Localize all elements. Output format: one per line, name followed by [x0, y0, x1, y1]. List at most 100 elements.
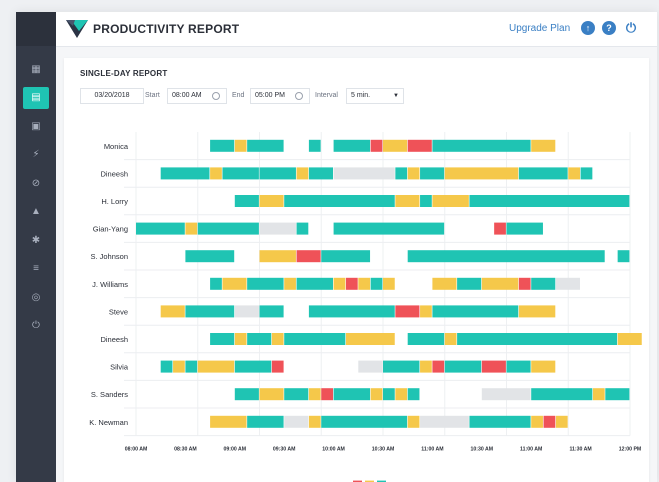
x-tick-label: 09:30 AM — [273, 447, 296, 453]
activity-segment — [321, 388, 333, 401]
activity-segment — [259, 250, 296, 263]
activity-segment — [234, 333, 247, 345]
power-icon[interactable]: ⏻ — [23, 315, 49, 337]
activity-segment — [407, 388, 420, 401]
activity-segment — [234, 195, 259, 207]
activity-segment — [358, 360, 383, 373]
activity-segment — [308, 388, 321, 401]
row-label: S. Johnson — [90, 252, 128, 261]
logo-icon — [66, 20, 88, 38]
activity-segment — [185, 250, 235, 263]
activity-segment — [617, 250, 630, 263]
activity-segment — [308, 415, 321, 428]
bell-icon[interactable]: ▲ — [23, 201, 49, 223]
sidebar: ▦ ▤ ▣ ⚡ ⊘ ▲ ✱ ≡ ◎ ⏻ — [16, 12, 56, 482]
activity-segment — [259, 388, 284, 401]
activity-segment — [173, 360, 185, 373]
bolt-icon[interactable]: ⚡ — [23, 144, 49, 166]
activity-segment — [432, 305, 519, 318]
activity-segment — [370, 277, 383, 290]
activity-segment — [580, 167, 593, 180]
activity-segment — [592, 388, 605, 401]
activity-segment — [407, 167, 420, 180]
activity-segment — [296, 250, 321, 263]
activity-segment — [432, 195, 469, 207]
activity-segment — [345, 333, 395, 345]
activity-segment — [420, 195, 432, 207]
activity-segment — [210, 333, 235, 345]
activity-segment — [420, 305, 432, 318]
x-tick-label: 08:00 AM — [125, 447, 148, 453]
activity-segment — [370, 139, 383, 152]
activity-segment — [333, 139, 371, 152]
activity-segment — [247, 139, 284, 152]
activity-segment — [197, 360, 235, 373]
activity-segment — [308, 139, 321, 152]
activity-segment — [296, 167, 309, 180]
activity-segment — [234, 139, 247, 152]
activity-segment — [395, 305, 420, 318]
upload-icon[interactable]: ↑ — [581, 21, 595, 35]
activity-segment — [358, 277, 371, 290]
activity-segment — [407, 333, 445, 345]
activity-segment — [296, 222, 309, 235]
activity-segment — [506, 360, 531, 373]
activity-segment — [284, 333, 346, 345]
activity-segment — [197, 222, 259, 235]
activity-segment — [383, 277, 395, 290]
report-card: SINGLE-DAY REPORT 03/20/2018 Start 08:00… — [64, 58, 649, 482]
upgrade-plan-link[interactable]: Upgrade Plan — [509, 23, 570, 34]
activity-segment — [333, 277, 346, 290]
activity-segment — [234, 360, 272, 373]
dashboard-icon[interactable]: ▦ — [23, 58, 49, 80]
help-icon[interactable]: ? — [602, 21, 616, 35]
activity-segment — [185, 222, 198, 235]
row-label: Dineesh — [100, 335, 128, 344]
block-icon[interactable]: ⊘ — [23, 172, 49, 194]
activity-segment — [210, 277, 222, 290]
x-tick-label: 09:00 AM — [224, 447, 247, 453]
activity-segment — [185, 305, 235, 318]
support-icon[interactable]: ◎ — [23, 286, 49, 308]
app-title: PRODUCTIVITY REPORT — [93, 22, 240, 36]
row-label: Dineesh — [100, 169, 128, 178]
activity-segment — [370, 388, 383, 401]
activity-segment — [518, 305, 556, 318]
activity-segment — [247, 333, 272, 345]
activity-segment — [185, 360, 198, 373]
row-label: Silvia — [110, 363, 129, 372]
top-header: PRODUCTIVITY REPORT Upgrade Plan ↑ ? ⏻ — [56, 12, 657, 47]
activity-segment — [321, 415, 408, 428]
activity-segment — [407, 250, 605, 263]
row-label: Steve — [109, 307, 128, 316]
activity-segment — [259, 222, 296, 235]
activity-segment — [407, 139, 432, 152]
activity-segment — [531, 277, 556, 290]
gear-icon[interactable]: ✱ — [23, 229, 49, 251]
activity-segment — [345, 277, 358, 290]
activity-segment — [395, 388, 408, 401]
activity-segment — [506, 222, 543, 235]
activity-segment — [481, 388, 531, 401]
power-icon[interactable]: ⏻ — [624, 20, 638, 35]
activity-segment — [259, 195, 284, 207]
activity-segment — [555, 277, 580, 290]
activity-segment — [617, 333, 642, 345]
list-icon[interactable]: ≡ — [23, 258, 49, 280]
row-label: H. Lorry — [101, 197, 128, 206]
activity-segment — [481, 360, 506, 373]
calendar-icon[interactable]: ▣ — [23, 115, 49, 137]
activity-segment — [543, 415, 556, 428]
activity-segment — [234, 388, 259, 401]
activity-segment — [247, 277, 284, 290]
activity-segment — [210, 415, 247, 428]
activity-segment — [383, 360, 420, 373]
activity-segment — [296, 277, 333, 290]
activity-segment — [284, 415, 309, 428]
report-icon[interactable]: ▤ — [23, 86, 49, 109]
x-tick-label: 10:30 AM — [372, 447, 395, 453]
activity-segment — [432, 360, 445, 373]
activity-segment — [222, 167, 259, 180]
activity-segment — [284, 277, 296, 290]
activity-segment — [531, 388, 593, 401]
